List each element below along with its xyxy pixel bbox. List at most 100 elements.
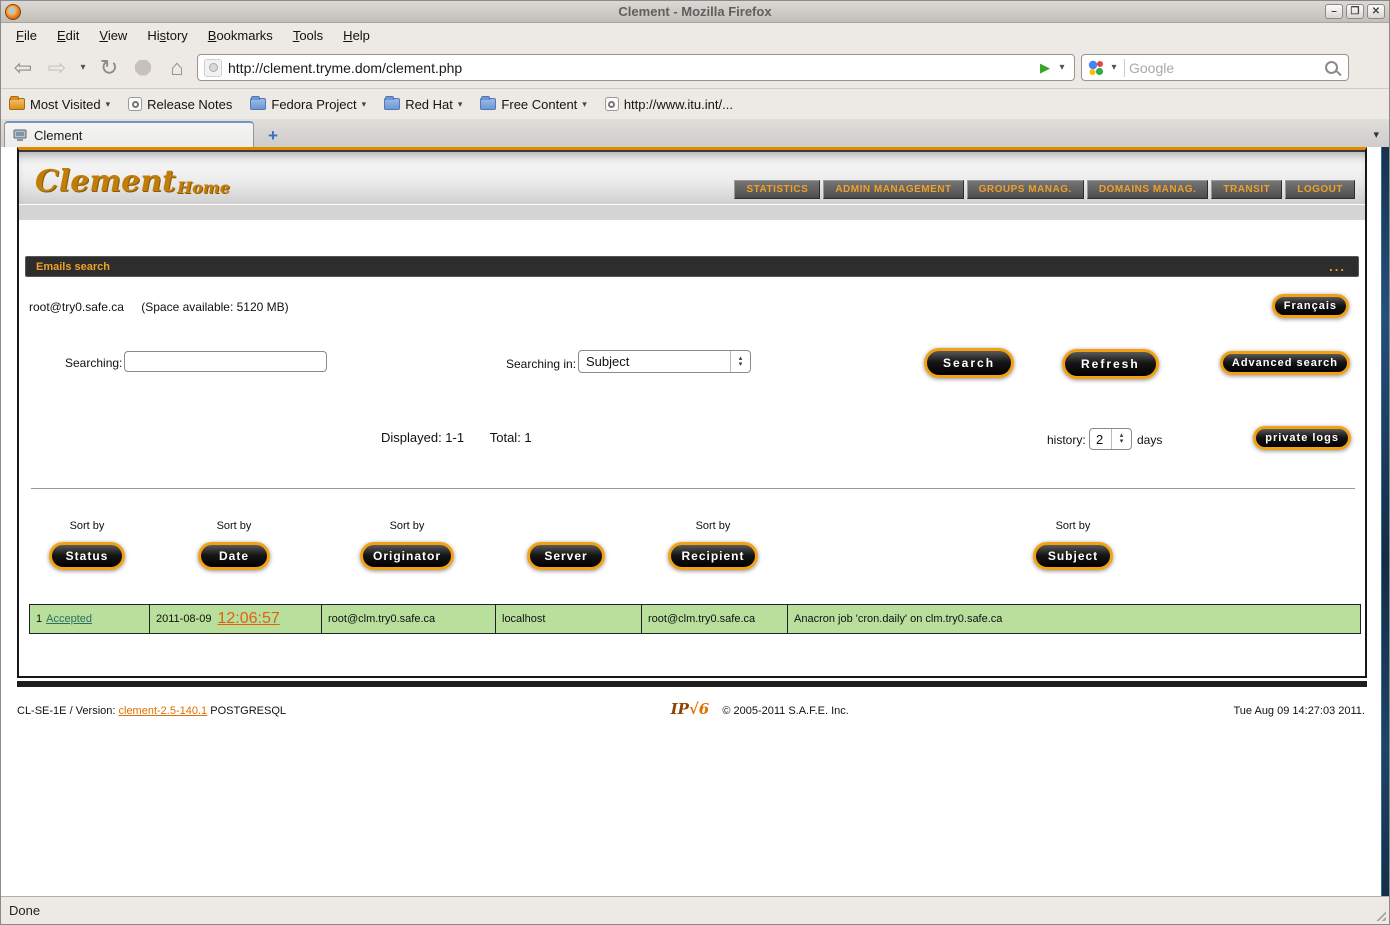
sort-originator-button[interactable]: Originator xyxy=(360,542,454,570)
site-favicon xyxy=(204,59,222,77)
panel-title: Emails search xyxy=(26,261,110,273)
cell-date: 2011-08-09 12:06:57 xyxy=(150,605,322,633)
bookmark-fedora-project[interactable]: Fedora Project ▾ xyxy=(250,97,366,112)
sort-by-label: Sort by xyxy=(25,520,149,542)
forward-icon: ⇨ xyxy=(43,54,71,82)
menu-view[interactable]: View xyxy=(90,25,136,46)
searching-in-label: Searching in: xyxy=(506,357,576,371)
results-count: Displayed: 1-1 Total: 1 xyxy=(381,430,532,445)
menu-file[interactable]: File xyxy=(7,25,46,46)
nav-admin-management-button[interactable]: ADMIN MANAGEMENT xyxy=(823,180,963,199)
chevron-down-icon: ▾ xyxy=(362,99,367,110)
engine-dropdown-icon[interactable]: ▾ xyxy=(1108,62,1120,73)
home-icon[interactable]: ⌂ xyxy=(163,54,191,82)
menu-edit[interactable]: Edit xyxy=(48,25,88,46)
nav-groups-manag-button[interactable]: GROUPS MANAG. xyxy=(967,180,1084,199)
menu-bookmarks[interactable]: Bookmarks xyxy=(199,25,282,46)
folder-icon xyxy=(9,98,25,110)
searching-in-select[interactable]: Subject ▴▾ xyxy=(578,350,751,373)
tab-label: Clement xyxy=(34,128,82,143)
search-button[interactable]: Search xyxy=(924,348,1014,378)
time-link[interactable]: 12:06:57 xyxy=(217,610,279,628)
sort-originator-block: Sort by Originator xyxy=(345,520,469,570)
search-input[interactable] xyxy=(124,351,327,372)
sort-by-label: Sort by xyxy=(172,520,296,542)
sort-by-label xyxy=(504,520,628,542)
history-value: 2 xyxy=(1090,432,1111,447)
bookmark-red-hat[interactable]: Red Hat ▾ xyxy=(384,97,462,112)
folder-icon xyxy=(250,98,266,110)
search-icon[interactable] xyxy=(1325,61,1338,74)
titlebar: Clement - Mozilla Firefox – ❐ ✕ xyxy=(1,1,1389,23)
url-dropdown-icon[interactable]: ▾ xyxy=(1056,62,1068,73)
days-label: days xyxy=(1137,433,1162,447)
emails-search-panel: Emails search ... root@try0.safe.ca (Spa… xyxy=(19,220,1365,676)
web-search-input[interactable] xyxy=(1129,60,1321,76)
new-tab-icon[interactable]: + xyxy=(268,127,278,144)
go-icon[interactable]: ▶ xyxy=(1040,60,1050,76)
minimize-button[interactable]: – xyxy=(1325,4,1343,19)
sort-recipient-button[interactable]: Recipient xyxy=(668,542,757,570)
tab-clement[interactable]: Clement xyxy=(4,121,254,147)
bookmark-itu[interactable]: http://www.itu.int/... xyxy=(605,97,733,112)
divider xyxy=(31,488,1355,489)
resize-grip-icon[interactable] xyxy=(1374,909,1386,921)
results-table: 1 Accepted 2011-08-09 12:06:57 root@clm.… xyxy=(29,604,1361,634)
url-bar[interactable]: ▶ ▾ xyxy=(197,54,1075,81)
account-email: root@try0.safe.ca xyxy=(29,300,124,314)
maximize-button[interactable]: ❐ xyxy=(1346,4,1364,19)
cell-server: localhost xyxy=(496,605,642,633)
clement-page: Clement Home STATISTICS ADMIN MANAGEMENT… xyxy=(17,147,1367,678)
back-icon[interactable]: ⇦ xyxy=(9,54,37,82)
sort-subject-button[interactable]: Subject xyxy=(1033,542,1113,570)
tab-favicon xyxy=(13,129,27,142)
window-title: Clement - Mozilla Firefox xyxy=(1,4,1389,19)
status-bar: Done xyxy=(1,896,1389,924)
sort-status-button[interactable]: Status xyxy=(49,542,126,570)
url-input[interactable] xyxy=(228,60,1034,76)
status-link[interactable]: Accepted xyxy=(46,613,92,625)
advanced-search-button[interactable]: Advanced search xyxy=(1220,351,1350,375)
site-nav: STATISTICS ADMIN MANAGEMENT GROUPS MANAG… xyxy=(734,180,1355,199)
bookmark-release-notes[interactable]: Release Notes xyxy=(128,97,232,112)
ipv6-logo: IP√6 xyxy=(671,700,710,718)
stop-icon xyxy=(135,60,151,76)
panel-options-icon[interactable]: ... xyxy=(1329,259,1358,274)
tab-list-icon[interactable]: ▾ xyxy=(1373,128,1379,141)
bookmark-free-content[interactable]: Free Content ▾ xyxy=(480,97,586,112)
francais-button[interactable]: Français xyxy=(1272,294,1349,318)
nav-domains-manag-button[interactable]: DOMAINS MANAG. xyxy=(1087,180,1209,199)
private-logs-button[interactable]: private logs xyxy=(1253,426,1351,450)
space-available: (Space available: 5120 MB) xyxy=(141,300,288,314)
history-chevron-icon[interactable]: ▾ xyxy=(77,62,89,73)
refresh-button[interactable]: Refresh xyxy=(1062,349,1159,379)
status-text: Done xyxy=(9,903,40,918)
history-spinner[interactable]: 2 ▴▾ xyxy=(1089,428,1132,450)
web-search-box[interactable]: ▾ xyxy=(1081,54,1349,81)
version-link[interactable]: clement-2.5-140.1 xyxy=(119,705,208,717)
sort-status-block: Sort by Status xyxy=(25,520,149,570)
reload-icon[interactable]: ↻ xyxy=(95,54,123,82)
menu-help[interactable]: Help xyxy=(334,25,379,46)
browser-window: Clement - Mozilla Firefox – ❐ ✕ File Edi… xyxy=(0,0,1390,925)
page-icon xyxy=(605,97,619,111)
sort-server-button[interactable]: Server xyxy=(527,542,604,570)
tab-bar: Clement + ▾ xyxy=(1,119,1389,147)
nav-logout-button[interactable]: LOGOUT xyxy=(1285,180,1355,199)
chevron-down-icon: ▾ xyxy=(582,99,587,110)
sort-date-button[interactable]: Date xyxy=(198,542,270,570)
footer-datetime: Tue Aug 09 14:27:03 2011. xyxy=(1233,705,1365,717)
menu-history[interactable]: History xyxy=(138,25,196,46)
desktop-edge xyxy=(1381,147,1389,896)
select-spinner-icon[interactable]: ▴▾ xyxy=(730,351,750,372)
nav-statistics-button[interactable]: STATISTICS xyxy=(734,180,820,199)
nav-transit-button[interactable]: TRANSIT xyxy=(1211,180,1282,199)
sort-subject-block: Sort by Subject xyxy=(1011,520,1135,570)
history-spinner-icon[interactable]: ▴▾ xyxy=(1111,429,1131,449)
bookmarks-toolbar: Most Visited ▾ Release Notes Fedora Proj… xyxy=(1,89,1389,119)
close-button[interactable]: ✕ xyxy=(1367,4,1385,19)
page-bottom-rule xyxy=(17,681,1367,687)
menu-tools[interactable]: Tools xyxy=(284,25,332,46)
bookmark-most-visited[interactable]: Most Visited ▾ xyxy=(9,97,110,112)
google-engine-icon[interactable] xyxy=(1088,60,1104,76)
